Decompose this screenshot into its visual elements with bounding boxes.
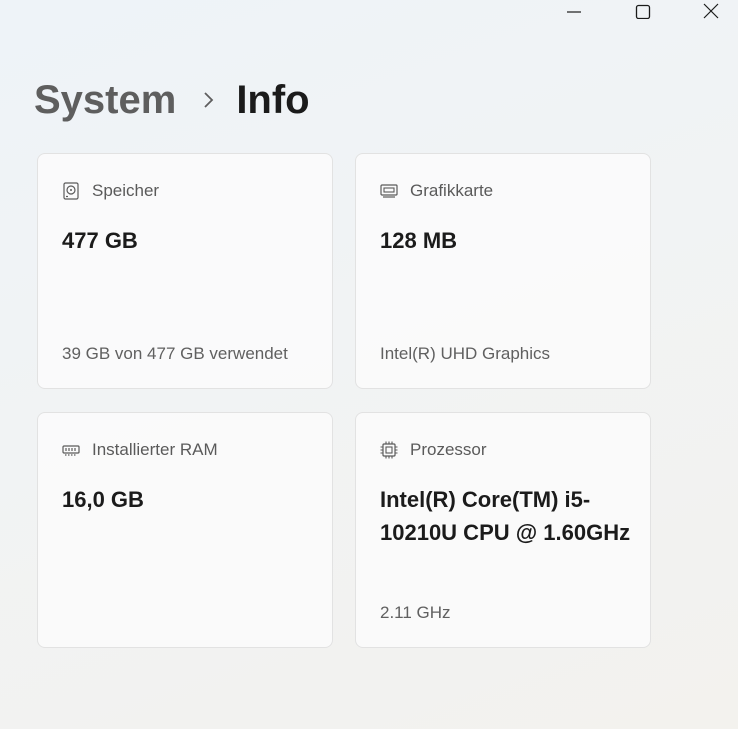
ram-value: 16,0 GB xyxy=(62,487,144,512)
minimize-icon xyxy=(566,3,582,19)
graphics-card[interactable]: Grafikkarte 128 MB Intel(R) UHD Graphics xyxy=(355,153,651,389)
processor-card[interactable]: Prozessor Intel(R) Core(TM) i5-10210U CP… xyxy=(355,412,651,648)
close-icon xyxy=(703,3,719,19)
storage-value: 477 GB xyxy=(62,228,138,253)
breadcrumb-system-link[interactable]: System xyxy=(34,80,176,120)
chevron-right-icon xyxy=(202,91,214,109)
maximize-button[interactable] xyxy=(620,0,666,22)
breadcrumb: System Info xyxy=(34,72,310,128)
graphics-title: Grafikkarte xyxy=(410,181,494,200)
close-button[interactable] xyxy=(688,0,734,22)
storage-detail: 39 GB von 477 GB verwendet xyxy=(62,344,288,363)
graphics-card-icon xyxy=(380,182,398,200)
storage-card[interactable]: Speicher 477 GB 39 GB von 477 GB verwend… xyxy=(37,153,333,389)
minimize-button[interactable] xyxy=(551,0,597,22)
graphics-value: 128 MB xyxy=(380,228,458,253)
page-title: Info xyxy=(236,78,310,122)
processor-value: Intel(R) Core(TM) i5-10210U CPU @ 1.60GH… xyxy=(380,487,631,545)
memory-icon xyxy=(62,441,80,459)
ram-card[interactable]: Installierter RAM 16,0 GB xyxy=(37,412,333,648)
maximize-icon xyxy=(635,3,651,19)
ram-title: Installierter RAM xyxy=(92,440,218,459)
graphics-detail: Intel(R) UHD Graphics xyxy=(380,344,551,363)
processor-icon xyxy=(380,441,398,459)
processor-detail: 2.11 GHz xyxy=(380,603,451,622)
hard-drive-icon xyxy=(62,182,80,200)
processor-title: Prozessor xyxy=(410,440,487,459)
storage-title: Speicher xyxy=(92,181,160,200)
